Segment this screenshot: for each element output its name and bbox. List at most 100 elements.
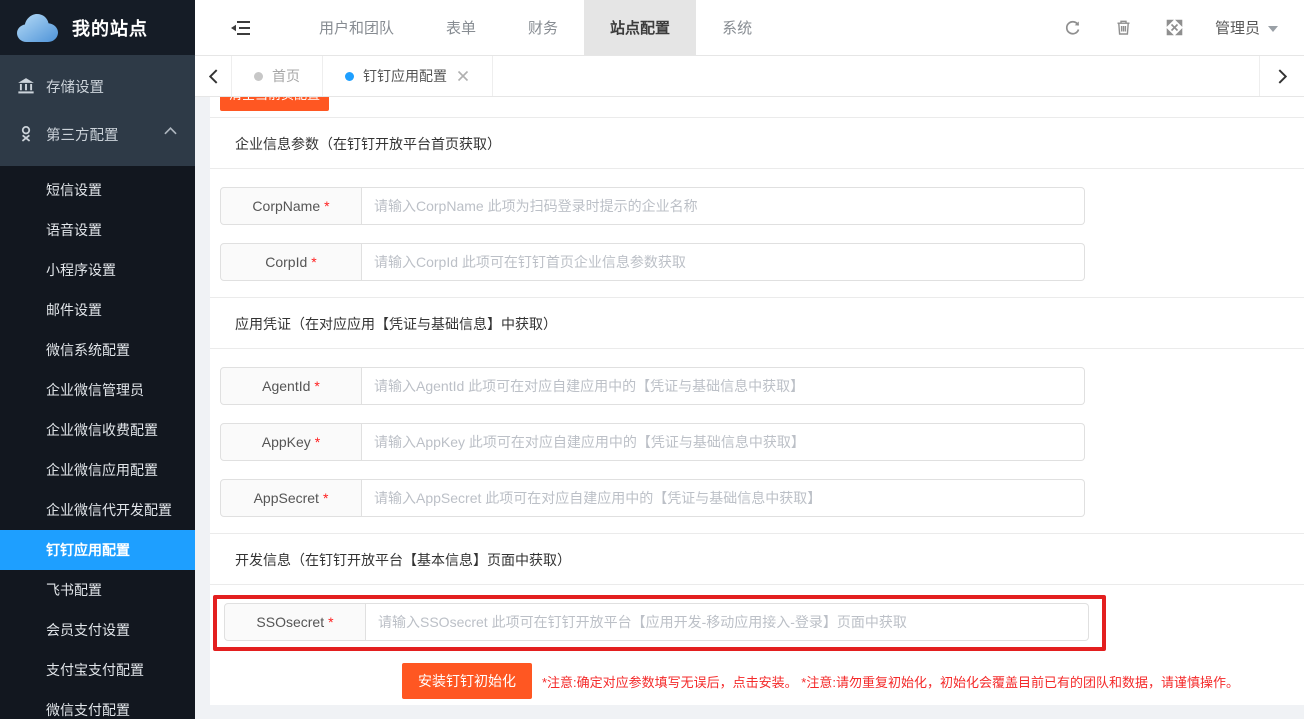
tab-home[interactable]: 首页: [232, 56, 323, 96]
nav-label: 站点配置: [610, 17, 670, 38]
corpname-input[interactable]: [362, 188, 1084, 224]
highlight-annotation-box: SSOsecret*: [213, 595, 1106, 651]
sidebar-item-label: 企业微信管理员: [46, 380, 144, 400]
sidebar-item-voice-settings[interactable]: 语音设置: [0, 210, 195, 250]
divider: [210, 348, 1304, 349]
user-menu[interactable]: 管理员: [1215, 17, 1278, 38]
appkey-input[interactable]: [362, 424, 1084, 460]
required-asterisk: *: [314, 378, 319, 394]
sidebar-item-wechatpay-config[interactable]: 微信支付配置: [0, 690, 195, 719]
appsecret-input[interactable]: [362, 480, 1084, 516]
trash-icon[interactable]: [1115, 19, 1132, 36]
sidebar-item-sms-settings[interactable]: 短信设置: [0, 170, 195, 210]
sidebar-item-wechat-system-config[interactable]: 微信系统配置: [0, 330, 195, 370]
nav-site-config[interactable]: 站点配置: [584, 0, 696, 55]
field-label: AppKey*: [220, 423, 362, 461]
required-asterisk: *: [324, 198, 329, 214]
page-content: 清空当前页配置 企业信息参数（在钉钉开放平台首页获取） CorpName* Co…: [195, 97, 1304, 719]
sidebar-item-wecom-app-config[interactable]: 企业微信应用配置: [0, 450, 195, 490]
sidebar-item-wecom-dev-config[interactable]: 企业微信代开发配置: [0, 490, 195, 530]
sidebar-item-label: 语音设置: [46, 220, 102, 240]
sidebar-item-label: 短信设置: [46, 180, 102, 200]
field-row-corpname: CorpName*: [220, 187, 1085, 225]
divider: [210, 168, 1304, 169]
sidebar-item-label: 第三方配置: [46, 124, 119, 145]
cloud-logo-icon: [14, 11, 60, 45]
sidebar-item-label: 微信系统配置: [46, 340, 130, 360]
nav-system[interactable]: 系统: [696, 0, 778, 55]
sidebar-item-alipay-config[interactable]: 支付宝支付配置: [0, 650, 195, 690]
required-asterisk: *: [311, 254, 316, 270]
clear-page-config-button[interactable]: 清空当前页配置: [220, 97, 329, 111]
tab-bar: 首页 钉钉应用配置: [195, 55, 1304, 97]
divider: [210, 533, 1304, 534]
field-label: CorpId*: [220, 243, 362, 281]
nav-users-teams[interactable]: 用户和团队: [293, 0, 420, 55]
ssosecret-input[interactable]: [366, 604, 1088, 640]
sidebar-item-label: 飞书配置: [46, 580, 102, 600]
tab-close-icon[interactable]: [457, 70, 470, 83]
tabs-scroll-right-button[interactable]: [1259, 56, 1304, 96]
field-label: SSOsecret*: [224, 603, 366, 641]
brand-logo: 我的站点: [0, 0, 195, 55]
nav-finance[interactable]: 财务: [502, 0, 584, 55]
field-row-ssosecret: SSOsecret*: [224, 603, 1089, 641]
agentid-input[interactable]: [362, 368, 1084, 404]
sidebar-item-miniprogram-settings[interactable]: 小程序设置: [0, 250, 195, 290]
section-title-corp-info: 企业信息参数（在钉钉开放平台首页获取）: [235, 134, 1304, 154]
tabs-scroll-left-button[interactable]: [195, 56, 232, 96]
sidebar-item-label: 存储设置: [46, 76, 104, 97]
refresh-icon[interactable]: [1064, 19, 1081, 36]
sidebar-item-label: 小程序设置: [46, 260, 116, 280]
sidebar-item-label: 支付宝支付配置: [46, 660, 144, 680]
sidebar-item-third-party-config[interactable]: 第三方配置: [0, 110, 195, 158]
sidebar-item-label: 企业微信应用配置: [46, 460, 158, 480]
caret-down-icon: [1268, 26, 1278, 32]
nav-label: 表单: [446, 17, 476, 38]
sidebar-item-label: 会员支付设置: [46, 620, 130, 640]
top-nav: 用户和团队 表单 财务 站点配置 系统: [293, 0, 778, 55]
sidebar: 我的站点 存储设置 第三方配置: [0, 0, 195, 719]
divider: [210, 117, 1304, 118]
tab-dingtalk-app-config[interactable]: 钉钉应用配置: [323, 56, 493, 96]
nav-label: 用户和团队: [319, 17, 394, 38]
sidebar-item-storage-settings[interactable]: 存储设置: [0, 62, 195, 110]
field-row-appkey: AppKey*: [220, 423, 1085, 461]
sidebar-item-mail-settings[interactable]: 邮件设置: [0, 290, 195, 330]
field-label-text: AppKey: [262, 434, 311, 450]
nav-forms[interactable]: 表单: [420, 0, 502, 55]
tab-status-dot: [254, 72, 263, 81]
field-label-text: AgentId: [262, 378, 310, 394]
top-header: 用户和团队 表单 财务 站点配置 系统: [195, 0, 1304, 55]
field-label-text: CorpId: [265, 254, 307, 270]
section-title-dev-info: 开发信息（在钉钉开放平台【基本信息】页面中获取）: [235, 550, 1304, 570]
divider: [210, 584, 1304, 585]
field-row-agentid: AgentId*: [220, 367, 1085, 405]
sidebar-item-member-payment-settings[interactable]: 会员支付设置: [0, 610, 195, 650]
field-label-text: CorpName: [252, 198, 320, 214]
divider: [210, 297, 1304, 298]
sidebar-top-menu: 存储设置 第三方配置: [0, 55, 195, 166]
sidebar-item-label: 邮件设置: [46, 300, 102, 320]
sidebar-item-label: 钉钉应用配置: [46, 540, 130, 560]
action-row: 安装钉钉初始化 *注意:确定对应参数填写无误后，点击安装。 *注意:请勿重复初始…: [402, 663, 1304, 699]
field-label-text: AppSecret: [254, 490, 319, 506]
fullscreen-icon[interactable]: [1166, 19, 1183, 36]
sidebar-item-dingtalk-app-config[interactable]: 钉钉应用配置: [0, 530, 195, 570]
sidebar-item-wecom-admin[interactable]: 企业微信管理员: [0, 370, 195, 410]
corpid-input[interactable]: [362, 244, 1084, 280]
field-row-corpid: CorpId*: [220, 243, 1085, 281]
form-card: 清空当前页配置 企业信息参数（在钉钉开放平台首页获取） CorpName* Co…: [210, 97, 1304, 705]
app-window: 我的站点 存储设置 第三方配置: [0, 0, 1304, 719]
field-row-appsecret: AppSecret*: [220, 479, 1085, 517]
field-label-text: SSOsecret: [256, 614, 324, 630]
collapse-menu-icon[interactable]: [231, 20, 251, 36]
install-dingtalk-init-button[interactable]: 安装钉钉初始化: [402, 663, 532, 699]
tab-label: 钉钉应用配置: [363, 66, 447, 86]
tab-status-dot: [345, 72, 354, 81]
warning-text: *注意:确定对应参数填写无误后，点击安装。 *注意:请勿重复初始化，初始化会覆盖…: [542, 672, 1239, 691]
sidebar-item-feishu-config[interactable]: 飞书配置: [0, 570, 195, 610]
bank-icon: [17, 77, 35, 95]
sidebar-item-label: 微信支付配置: [46, 700, 130, 719]
sidebar-item-wecom-billing-config[interactable]: 企业微信收费配置: [0, 410, 195, 450]
